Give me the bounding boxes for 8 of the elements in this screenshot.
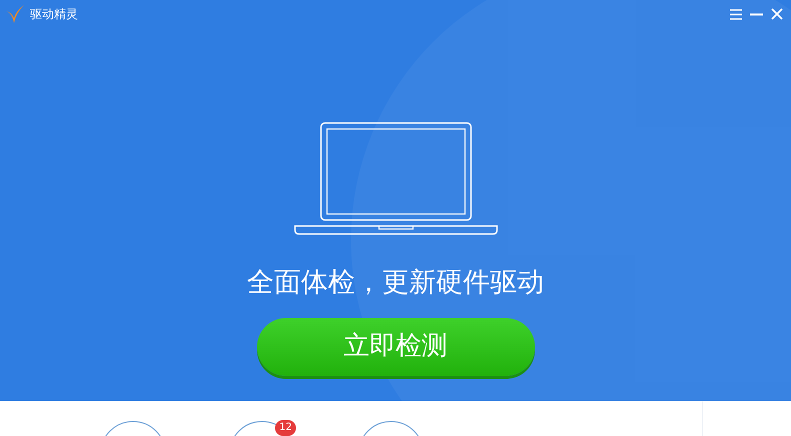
count-badge: 12 (275, 420, 296, 436)
tagline: 全面体检，更新硬件驱动 (247, 266, 544, 300)
close-icon[interactable] (771, 8, 783, 20)
scan-button[interactable]: 立即检测 (256, 318, 534, 376)
app-title: 驱动精灵 (30, 6, 78, 23)
menu-icon[interactable] (730, 8, 742, 20)
laptop-icon (294, 122, 498, 235)
minimize-icon[interactable] (750, 12, 763, 16)
